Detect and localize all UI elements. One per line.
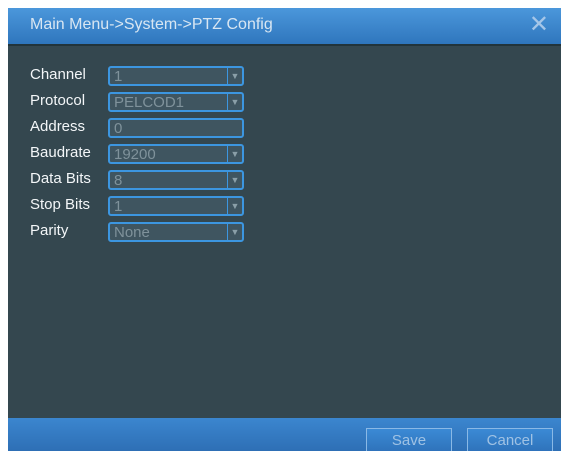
data-bits-label: Data Bits bbox=[30, 170, 91, 187]
ptz-config-window: Main Menu->System->PTZ Config ✕ Channel … bbox=[8, 8, 561, 451]
save-button[interactable]: Save bbox=[366, 428, 452, 451]
stop-bits-label: Stop Bits bbox=[30, 196, 91, 213]
chevron-down-icon[interactable]: ▼ bbox=[227, 94, 242, 110]
parity-value: None bbox=[114, 224, 150, 241]
channel-value: 1 bbox=[114, 68, 123, 85]
data-bits-value: 8 bbox=[114, 172, 123, 189]
protocol-label: Protocol bbox=[30, 92, 86, 109]
baudrate-select[interactable]: 19200 ▼ bbox=[108, 144, 244, 164]
footer-bar: Save Cancel bbox=[8, 418, 561, 451]
close-icon[interactable]: ✕ bbox=[529, 12, 549, 38]
chevron-down-icon[interactable]: ▼ bbox=[227, 146, 242, 162]
protocol-select[interactable]: PELCOD1 ▼ bbox=[108, 92, 244, 112]
baudrate-label: Baudrate bbox=[30, 144, 91, 161]
parity-select[interactable]: None ▼ bbox=[108, 222, 244, 242]
stop-bits-value: 1 bbox=[114, 198, 123, 215]
stop-bits-select[interactable]: 1 ▼ bbox=[108, 196, 244, 216]
chevron-down-icon[interactable]: ▼ bbox=[227, 68, 242, 84]
channel-label: Channel bbox=[30, 66, 86, 83]
channel-select[interactable]: 1 ▼ bbox=[108, 66, 244, 86]
chevron-down-icon[interactable]: ▼ bbox=[227, 224, 242, 240]
baudrate-value: 19200 bbox=[114, 146, 156, 163]
cancel-button[interactable]: Cancel bbox=[467, 428, 553, 451]
window-title: Main Menu->System->PTZ Config bbox=[30, 16, 273, 33]
address-input[interactable]: 0 bbox=[108, 118, 244, 138]
data-bits-select[interactable]: 8 ▼ bbox=[108, 170, 244, 190]
address-value: 0 bbox=[114, 120, 123, 137]
address-label: Address bbox=[30, 118, 86, 135]
chevron-down-icon[interactable]: ▼ bbox=[227, 172, 242, 188]
title-bar: Main Menu->System->PTZ Config ✕ bbox=[8, 8, 561, 44]
content-area bbox=[8, 44, 561, 418]
parity-label: Parity bbox=[30, 222, 69, 239]
chevron-down-icon[interactable]: ▼ bbox=[227, 198, 242, 214]
protocol-value: PELCOD1 bbox=[114, 94, 185, 111]
